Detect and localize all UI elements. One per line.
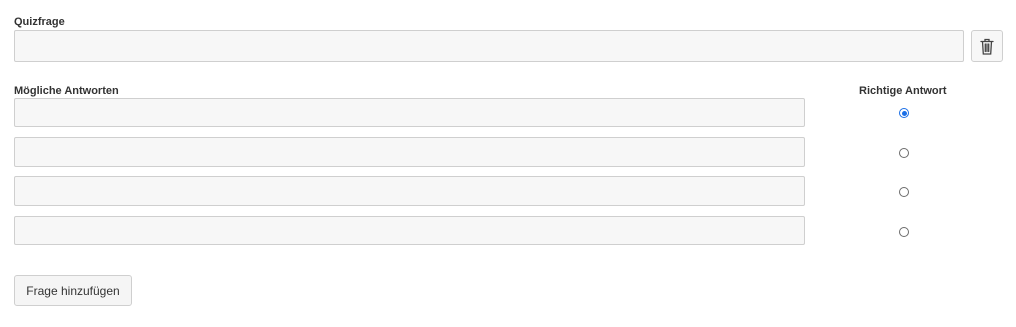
delete-question-button[interactable] <box>971 30 1003 62</box>
answers-label: Mögliche Antworten <box>14 85 119 97</box>
answer-input-4[interactable] <box>14 216 805 245</box>
answer-input-1[interactable] <box>14 98 805 127</box>
quiz-editor: Quizfrage Mögliche Antworten Richtige An… <box>0 0 1016 327</box>
correct-answer-radio-1[interactable] <box>899 108 909 118</box>
answer-input-3[interactable] <box>14 176 805 206</box>
correct-answer-radio-2[interactable] <box>899 148 909 158</box>
question-input[interactable] <box>14 30 964 62</box>
answer-input-2[interactable] <box>14 137 805 167</box>
question-label: Quizfrage <box>14 16 65 28</box>
add-question-button[interactable]: Frage hinzufügen <box>14 275 132 306</box>
correct-answer-radio-3[interactable] <box>899 187 909 197</box>
correct-answer-radio-4[interactable] <box>899 227 909 237</box>
correct-answer-label: Richtige Antwort <box>859 85 947 97</box>
trash-icon <box>980 38 994 55</box>
